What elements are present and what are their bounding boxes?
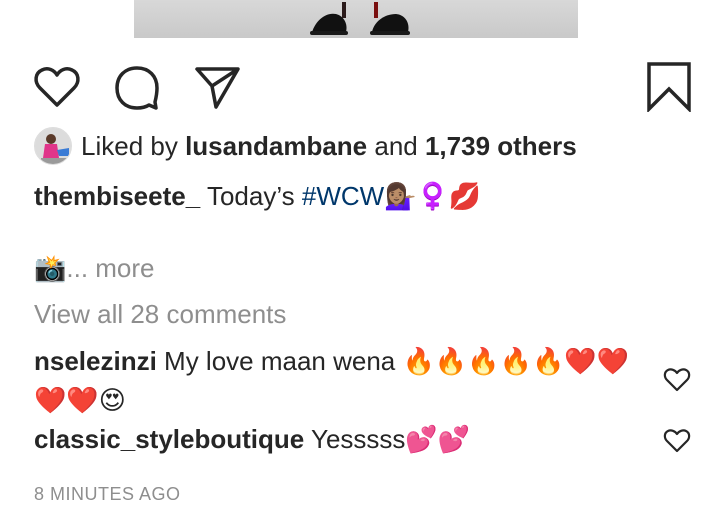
shoe-right-image [370, 2, 410, 35]
post-caption: thembiseete_ Today’s #WCW💁🏽‍♀️♀️💋 [34, 181, 481, 212]
liked-and-label: and [367, 130, 425, 161]
comment-emojis: 🔥🔥🔥🔥🔥❤️❤️ [402, 347, 630, 377]
comment-text: Yesssss [304, 424, 406, 454]
caption-more-row: 📸 ... more [34, 253, 155, 284]
comment-item: nselezinzi My love maan wena 🔥🔥🔥🔥🔥❤️❤️ ❤… [34, 342, 654, 420]
liker-avatar[interactable] [34, 127, 72, 165]
liker-username-link[interactable]: lusandambane [185, 131, 367, 161]
post-timestamp: 8 MINUTES AGO [34, 484, 181, 504]
comment-emojis-continued: ❤️❤️😍 [34, 386, 126, 416]
comment-emojis: 💕💕 [405, 425, 471, 455]
shoe-left-image [310, 2, 348, 35]
likes-count-link[interactable]: 1,739 others [425, 131, 577, 161]
heart-icon[interactable] [32, 62, 82, 112]
caption-username-link[interactable]: thembiseete_ [34, 181, 200, 211]
more-link[interactable]: ... more [66, 253, 154, 284]
likes-text: Liked by lusandambane and 1,739 others [81, 131, 577, 162]
caption-text: Today’s [200, 181, 302, 211]
comment-username-link[interactable]: nselezinzi [34, 346, 157, 376]
liked-by-label: Liked by [81, 130, 186, 161]
caption-hashtag-link[interactable]: #WCW [302, 181, 384, 211]
comment-heart-icon[interactable] [663, 427, 691, 455]
comment-text: My love maan wena [156, 346, 403, 376]
comment-bubble-icon[interactable] [112, 62, 162, 112]
comment-heart-icon[interactable] [663, 366, 691, 394]
caption-emojis: 💁🏽‍♀️♀️💋 [384, 182, 482, 212]
post-photo[interactable] [134, 0, 578, 38]
avatar-image [35, 128, 71, 164]
paper-plane-icon[interactable] [192, 62, 242, 112]
comment-username-link[interactable]: classic_styleboutique [34, 424, 304, 454]
post-action-bar [0, 62, 720, 112]
view-all-comments-link[interactable]: View all 28 comments [34, 299, 286, 330]
bookmark-icon[interactable] [644, 62, 694, 112]
comment-item: classic_styleboutique Yesssss💕💕 [34, 420, 654, 459]
camera-flash-emoji: 📸 [34, 253, 67, 284]
likes-summary: Liked by lusandambane and 1,739 others [34, 126, 577, 166]
